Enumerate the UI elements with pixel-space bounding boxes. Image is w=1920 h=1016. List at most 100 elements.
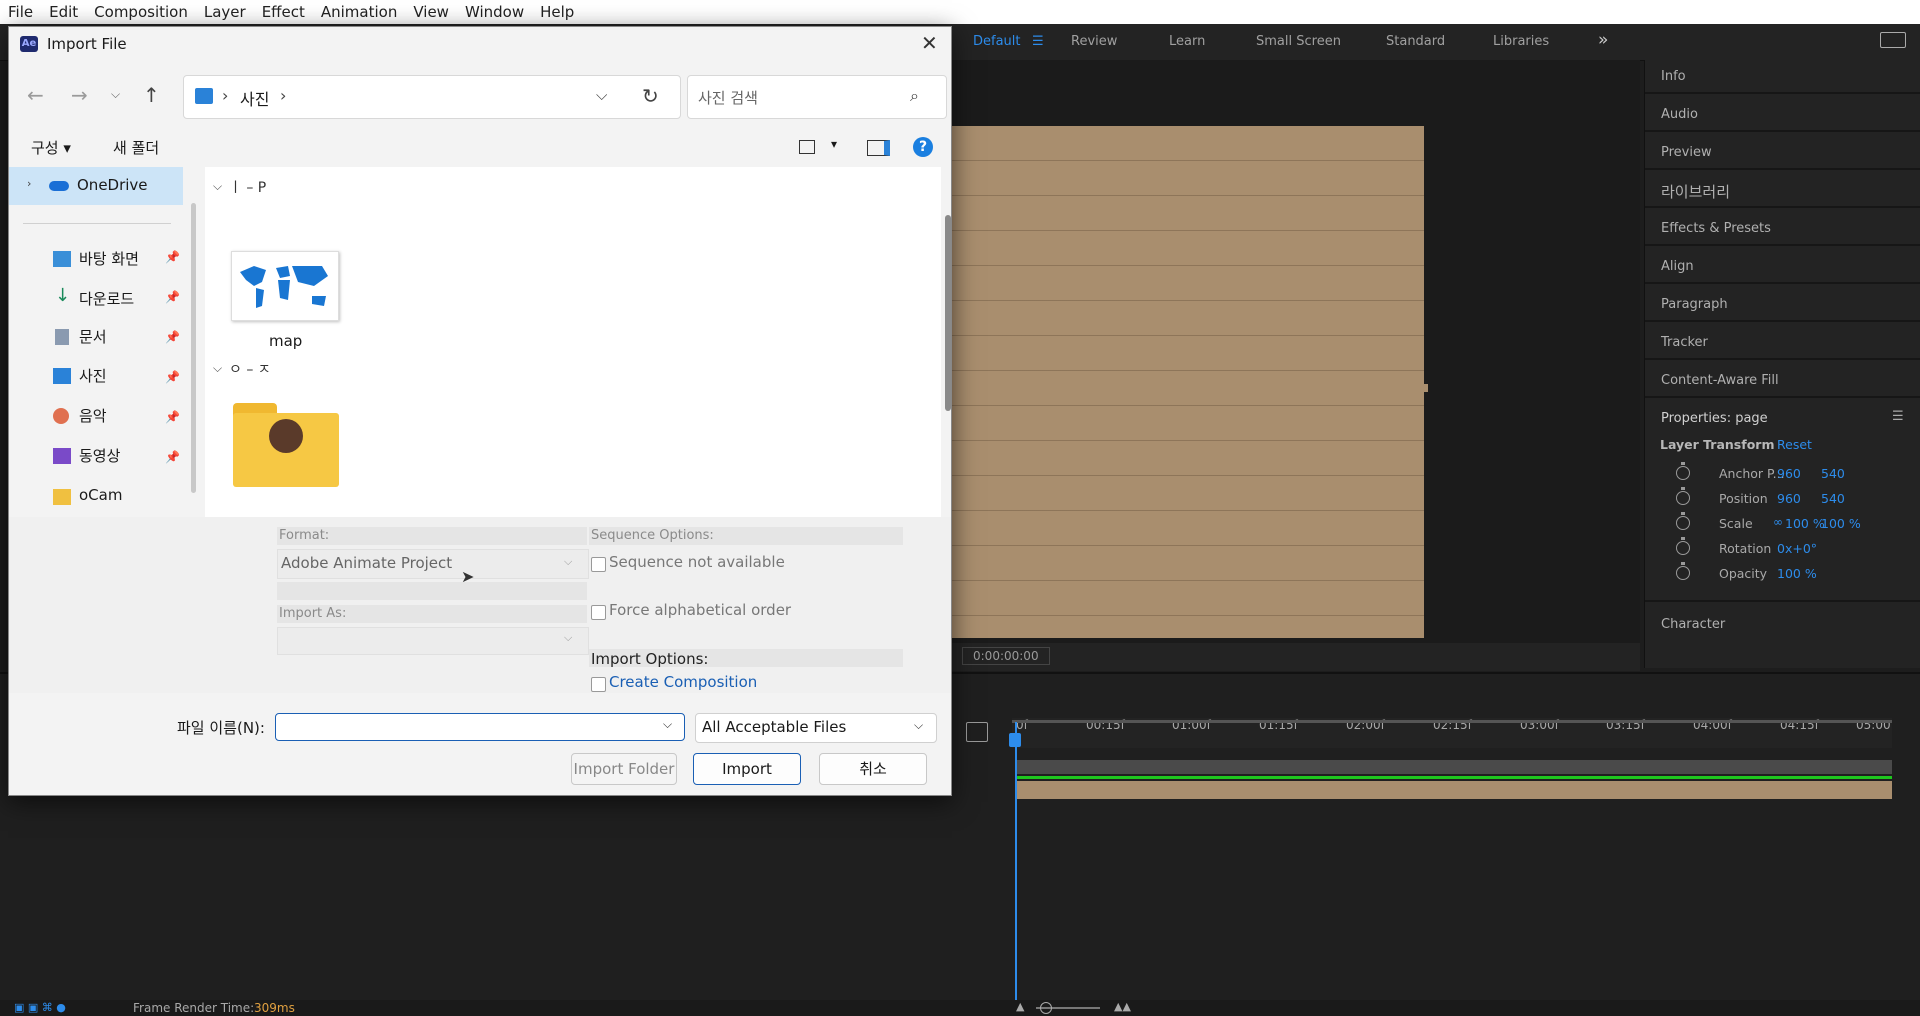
nav-ocam[interactable]: oCam <box>79 486 122 504</box>
menu-file[interactable]: File <box>0 0 41 24</box>
nav-pictures[interactable]: 사진 <box>79 365 107 386</box>
viewer-timecode[interactable]: 0:00:00:00 <box>962 647 1050 665</box>
menu-layer[interactable]: Layer <box>196 0 254 24</box>
prop-opacity-value[interactable]: 100 % <box>1777 566 1817 581</box>
new-folder-button[interactable]: 새 폴더 <box>113 137 159 158</box>
cancel-button[interactable]: 취소 <box>819 753 927 785</box>
chevron-down-icon[interactable]: ⌵ <box>564 631 572 645</box>
prop-anchor-y[interactable]: 540 <box>1821 466 1845 481</box>
search-box[interactable]: 사진 검색 ⌕ <box>687 75 947 119</box>
zoom-out-icon[interactable]: ▲ <box>1016 1000 1024 1013</box>
stopwatch-icon[interactable] <box>1676 487 1690 505</box>
playhead[interactable] <box>1015 722 1017 1000</box>
prop-position-x[interactable]: 960 <box>1777 491 1801 506</box>
nav-downloads[interactable]: 다운로드 <box>79 288 134 309</box>
menu-composition[interactable]: Composition <box>86 0 196 24</box>
create-composition-checkbox[interactable] <box>591 677 606 692</box>
workspace-menu-icon[interactable]: ☰ <box>1032 34 1044 49</box>
import-folder-button[interactable]: Import Folder <box>571 753 677 785</box>
panel-character[interactable]: Character <box>1661 617 1725 632</box>
prop-scale-y[interactable]: 100 % <box>1821 516 1861 531</box>
nav-music[interactable]: 음악 <box>79 405 107 426</box>
prop-scale-x[interactable]: 100 % <box>1785 516 1825 531</box>
file-name[interactable]: map <box>269 332 302 350</box>
panel-layout-icon[interactable] <box>1880 32 1906 48</box>
status-icons[interactable]: ▣ ▣ ⌘ ● <box>14 1001 66 1014</box>
composition-paper-layer[interactable] <box>950 126 1424 638</box>
zoom-slider-thumb[interactable] <box>1040 1002 1052 1014</box>
chevron-down-icon[interactable]: ⌵ <box>213 179 222 194</box>
import-as-dropdown[interactable] <box>277 627 589 655</box>
workspace-default[interactable]: Default <box>973 34 1021 49</box>
recent-locations-icon[interactable]: ⌵ <box>111 87 120 102</box>
panel-effects-presets[interactable]: Effects & Presets <box>1661 221 1771 236</box>
filename-input[interactable] <box>275 713 685 741</box>
up-icon[interactable]: ↑ <box>143 83 160 107</box>
nav-scrollbar[interactable] <box>191 203 196 493</box>
pin-icon[interactable]: 📌 <box>165 250 180 264</box>
group-header[interactable]: ㅇ – ㅈ <box>229 359 271 379</box>
work-area-bar[interactable] <box>1012 720 1892 723</box>
workspace-small-screen[interactable]: Small Screen <box>1256 34 1341 49</box>
breadcrumb-location[interactable]: 사진 <box>240 86 269 110</box>
menu-edit[interactable]: Edit <box>41 0 86 24</box>
workspace-overflow-icon[interactable]: » <box>1598 30 1608 50</box>
stopwatch-icon[interactable] <box>1676 537 1690 555</box>
force-alpha-checkbox[interactable] <box>591 605 606 620</box>
chevron-down-icon[interactable]: ⌵ <box>213 361 222 376</box>
properties-menu-icon[interactable]: ☰ <box>1892 409 1904 424</box>
prop-anchor-x[interactable]: 960 <box>1777 466 1801 481</box>
nav-onedrive-label[interactable]: OneDrive <box>77 176 148 194</box>
panel-audio[interactable]: Audio <box>1661 107 1698 122</box>
panel-info[interactable]: Info <box>1661 69 1686 84</box>
stopwatch-icon[interactable] <box>1676 462 1690 480</box>
search-icon[interactable]: ⌕ <box>910 86 919 106</box>
group-header[interactable]: ㅣ – P <box>229 177 266 197</box>
link-icon[interactable]: ∞ <box>1773 515 1783 529</box>
panel-align[interactable]: Align <box>1661 259 1694 274</box>
pin-icon[interactable]: 📌 <box>165 330 180 344</box>
nav-documents[interactable]: 문서 <box>79 326 107 347</box>
panel-paragraph[interactable]: Paragraph <box>1661 297 1728 312</box>
chevron-down-icon[interactable]: ⌵ <box>596 86 607 104</box>
menu-window[interactable]: Window <box>457 0 532 24</box>
map-thumbnail[interactable] <box>231 251 339 321</box>
organize-menu[interactable]: 구성 ▾ <box>31 137 71 158</box>
file-list-scrollbar[interactable] <box>945 215 951 411</box>
zoom-in-icon[interactable]: ▲▲ <box>1114 1000 1131 1013</box>
stopwatch-icon[interactable] <box>1676 562 1690 580</box>
layer-handle[interactable] <box>1422 384 1428 392</box>
chevron-down-icon[interactable]: ⌵ <box>663 717 672 732</box>
create-composition-label[interactable]: Create Composition <box>609 673 757 691</box>
menu-help[interactable]: Help <box>532 0 582 24</box>
workspace-learn[interactable]: Learn <box>1169 34 1205 49</box>
back-icon[interactable]: ← <box>27 83 44 107</box>
comp-flowchart-icon[interactable] <box>966 722 988 742</box>
pin-icon[interactable]: 📌 <box>165 410 180 424</box>
panel-preview[interactable]: Preview <box>1661 145 1712 160</box>
pin-icon[interactable]: 📌 <box>165 290 180 304</box>
prop-position-y[interactable]: 540 <box>1821 491 1845 506</box>
pin-icon[interactable]: 📌 <box>165 450 180 464</box>
reset-link[interactable]: Reset <box>1777 437 1812 452</box>
panel-content-aware-fill[interactable]: Content-Aware Fill <box>1661 373 1779 388</box>
timeline-layer-bar[interactable] <box>1016 781 1892 799</box>
panel-libraries[interactable]: 라이브러리 <box>1661 181 1730 202</box>
chevron-down-icon[interactable]: ▾ <box>831 137 837 151</box>
stopwatch-icon[interactable] <box>1676 512 1690 530</box>
help-icon[interactable]: ? <box>913 137 933 157</box>
breadcrumb-separator[interactable]: › <box>280 86 286 105</box>
menu-animation[interactable]: Animation <box>313 0 405 24</box>
preview-pane-icon[interactable] <box>867 140 890 156</box>
chevron-right-icon[interactable]: › <box>27 177 31 190</box>
close-icon[interactable]: ✕ <box>921 31 938 55</box>
work-area-track[interactable] <box>1016 760 1892 774</box>
menu-effect[interactable]: Effect <box>254 0 313 24</box>
workspace-review[interactable]: Review <box>1071 34 1117 49</box>
nav-desktop[interactable]: 바탕 화면 <box>79 248 139 269</box>
refresh-icon[interactable]: ↻ <box>642 84 659 108</box>
chevron-down-icon[interactable]: ⌵ <box>914 718 923 733</box>
folder-thumbnail[interactable] <box>233 403 339 487</box>
workspace-standard[interactable]: Standard <box>1386 34 1445 49</box>
address-bar[interactable]: › 사진 › ⌵ ↻ <box>183 75 681 119</box>
